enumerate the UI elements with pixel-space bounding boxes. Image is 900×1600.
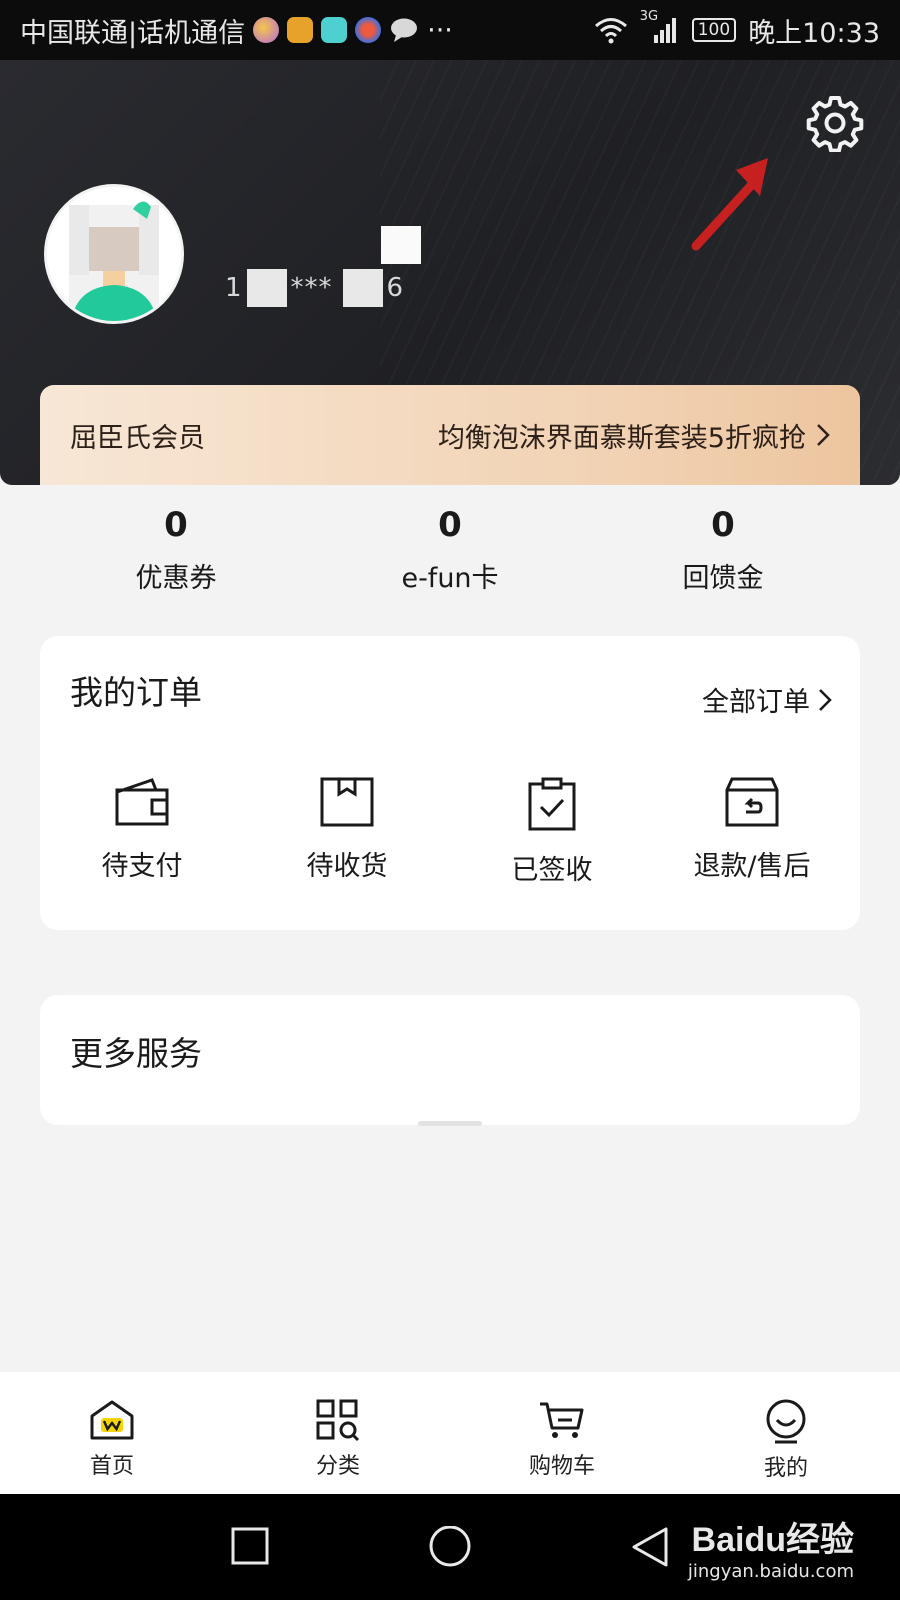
settings-gear-icon[interactable] bbox=[806, 94, 864, 152]
stat-value: 0 bbox=[438, 505, 462, 545]
watermark-brand: Baidu经验 bbox=[691, 1521, 854, 1559]
return-box-icon bbox=[725, 777, 779, 827]
wallet-icon bbox=[115, 778, 169, 826]
member-promo[interactable]: 均衡泡沫界面慕斯套装5折疯抢 bbox=[438, 416, 830, 455]
more-services-card: 更多服务 bbox=[40, 995, 860, 1125]
signal-icon bbox=[653, 18, 676, 43]
stat-label: 优惠券 bbox=[135, 563, 217, 594]
phone-mask-right bbox=[342, 269, 383, 307]
services-title: 更多服务 bbox=[70, 1034, 202, 1073]
order-refund-aftersale[interactable]: 退款/售后 bbox=[662, 776, 842, 883]
box-icon bbox=[320, 777, 374, 827]
member-title: 屈臣氏会员 bbox=[70, 422, 205, 454]
smile-icon bbox=[766, 1399, 806, 1444]
stat-value: 0 bbox=[711, 505, 735, 545]
order-pending-delivery[interactable]: 待收货 bbox=[267, 776, 427, 883]
account-stats: 0 优惠券 0 e-fun卡 0 回馈金 bbox=[0, 500, 900, 620]
orders-title: 我的订单 bbox=[70, 673, 202, 712]
system-navigation-bar: Baidu经验 jingyan.baidu.com bbox=[0, 1494, 900, 1600]
status-bar: 中国联通|话机通信 ··· 3G 100 晚上10:33 bbox=[0, 0, 900, 60]
chevron-right-icon bbox=[817, 424, 830, 446]
order-label: 待支付 bbox=[101, 851, 183, 882]
tab-cart[interactable]: 购物车 bbox=[492, 1398, 632, 1480]
orders-card: 我的订单 全部订单 待支付 待收货 已签收 退款/售后 bbox=[40, 636, 860, 930]
tab-home[interactable]: 首页 bbox=[42, 1398, 182, 1480]
member-promo-text: 均衡泡沫界面慕斯套装5折疯抢 bbox=[437, 422, 806, 454]
notification-app-icon bbox=[253, 17, 280, 43]
order-pending-payment[interactable]: 待支付 bbox=[62, 776, 222, 883]
stat-label: 回馈金 bbox=[682, 563, 764, 594]
status-right: 3G 100 晚上10:33 bbox=[594, 9, 880, 50]
order-label: 待收货 bbox=[306, 851, 388, 882]
avatar-illustration bbox=[47, 187, 181, 321]
more-notifications: ··· bbox=[427, 14, 453, 46]
username-mask bbox=[381, 226, 421, 264]
status-left: 中国联通|话机通信 ··· bbox=[20, 11, 453, 50]
notification-suning-icon bbox=[321, 17, 348, 43]
stat-rebate[interactable]: 0 回馈金 bbox=[623, 500, 823, 595]
cart-icon bbox=[540, 1402, 584, 1438]
home-icon bbox=[90, 1400, 134, 1440]
username-masked bbox=[225, 226, 421, 266]
order-label: 已签收 bbox=[511, 855, 593, 886]
order-label: 退款/售后 bbox=[693, 851, 811, 882]
clock: 晚上10:33 bbox=[748, 17, 880, 49]
stat-value: 0 bbox=[164, 505, 188, 545]
chevron-right-icon bbox=[819, 688, 832, 711]
tab-mine[interactable]: 我的 bbox=[716, 1398, 856, 1482]
stat-coupons[interactable]: 0 优惠券 bbox=[76, 500, 276, 595]
tab-label: 分类 bbox=[315, 1454, 360, 1479]
carrier-name: 中国联通|话机通信 bbox=[20, 17, 246, 49]
stat-efun-card[interactable]: 0 e-fun卡 bbox=[350, 500, 550, 595]
back-icon[interactable] bbox=[630, 1526, 670, 1570]
tab-category[interactable]: 分类 bbox=[268, 1398, 408, 1480]
home-button-icon[interactable] bbox=[428, 1526, 472, 1570]
all-orders-link[interactable]: 全部订单 bbox=[702, 680, 832, 719]
notification-chat-icon bbox=[391, 18, 418, 42]
battery-indicator: 100 bbox=[691, 18, 737, 42]
all-orders-label: 全部订单 bbox=[702, 687, 810, 718]
bottom-tab-bar: 首页 分类 购物车 我的 bbox=[0, 1372, 900, 1494]
avatar[interactable] bbox=[44, 184, 184, 324]
signal-indicator: 3G bbox=[640, 9, 680, 45]
scroll-indicator bbox=[418, 1121, 482, 1126]
phone-mask-left bbox=[246, 269, 287, 307]
annotation-arrow bbox=[691, 158, 768, 251]
phone-suffix: 6 bbox=[386, 273, 405, 303]
tab-label: 购物车 bbox=[528, 1454, 595, 1479]
phone-number-masked: 1 *** 6 bbox=[225, 268, 404, 308]
tab-label: 首页 bbox=[89, 1454, 134, 1479]
stat-label: e-fun卡 bbox=[401, 563, 499, 594]
category-icon bbox=[316, 1399, 360, 1442]
wifi-icon bbox=[594, 18, 627, 44]
phone-prefix: 1 bbox=[225, 273, 243, 303]
order-received[interactable]: 已签收 bbox=[472, 776, 632, 887]
clipboard-check-icon bbox=[528, 777, 576, 831]
notification-package-icon bbox=[287, 17, 314, 43]
phone-mid: *** bbox=[290, 273, 333, 303]
tab-label: 我的 bbox=[763, 1456, 808, 1481]
member-banner[interactable]: 屈臣氏会员 均衡泡沫界面慕斯套装5折疯抢 bbox=[40, 385, 860, 485]
baidu-watermark: Baidu经验 jingyan.baidu.com bbox=[688, 1512, 854, 1582]
recent-apps-icon[interactable] bbox=[230, 1526, 270, 1566]
notification-ball-icon bbox=[355, 17, 382, 43]
watermark-url: jingyan.baidu.com bbox=[687, 1561, 854, 1582]
